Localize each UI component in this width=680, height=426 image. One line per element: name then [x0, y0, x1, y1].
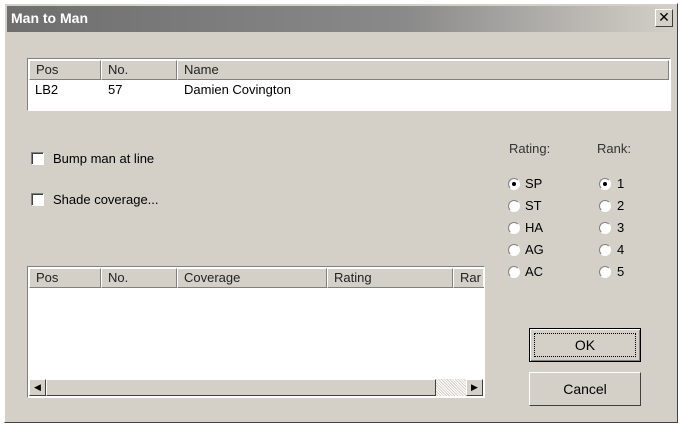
- coverage-column-no[interactable]: No.: [101, 268, 177, 288]
- coverage-column-coverage[interactable]: Coverage: [177, 268, 327, 288]
- rating-label: Rating:: [509, 141, 551, 156]
- player-column-pos[interactable]: Pos: [29, 60, 101, 80]
- shade-coverage-checkbox[interactable]: [31, 193, 44, 206]
- player-no: 57: [108, 82, 123, 97]
- rating-ha-radio[interactable]: [508, 222, 520, 234]
- rating-sp-label: SP: [525, 176, 543, 191]
- coverage-column-pos[interactable]: Pos: [29, 268, 101, 288]
- rating-st-label: ST: [525, 198, 542, 213]
- rank-3-radio[interactable]: [599, 222, 611, 234]
- rating-sp-radio[interactable]: [508, 178, 520, 190]
- dialog-title: Man to Man: [11, 10, 88, 26]
- selected-dot: [603, 182, 607, 186]
- scroll-thumb[interactable]: [46, 379, 436, 396]
- rank-1-label: 1: [617, 176, 625, 191]
- rating-st-radio[interactable]: [508, 200, 520, 212]
- rank-2-radio[interactable]: [599, 200, 611, 212]
- close-button[interactable]: ✕: [655, 9, 673, 27]
- rating-ac-radio[interactable]: [508, 266, 520, 278]
- rank-label: Rank:: [597, 141, 631, 156]
- scroll-right-icon: ▶: [471, 382, 478, 392]
- player-column-name[interactable]: Name: [177, 60, 669, 80]
- bump-man-label: Bump man at line: [53, 151, 155, 166]
- player-list-header: Pos No. Name: [29, 60, 669, 80]
- rating-ag-radio[interactable]: [508, 244, 520, 256]
- player-list[interactable]: Pos No. Name LB2 57 Damien Covington: [27, 58, 671, 111]
- close-icon: ✕: [658, 9, 670, 25]
- coverage-column-rank[interactable]: Rar: [453, 268, 484, 288]
- player-column-no[interactable]: No.: [101, 60, 177, 80]
- focus-rect: [534, 333, 636, 357]
- bump-man-checkbox[interactable]: [31, 152, 44, 165]
- coverage-column-rating[interactable]: Rating: [327, 268, 453, 288]
- player-pos: LB2: [35, 82, 59, 97]
- player-name: Damien Covington: [184, 82, 291, 97]
- cancel-button[interactable]: Cancel: [529, 372, 641, 406]
- rank-4-radio[interactable]: [599, 244, 611, 256]
- cancel-label: Cancel: [563, 381, 607, 397]
- scroll-right-button[interactable]: ▶: [466, 379, 483, 396]
- title-bar: Man to Man ✕: [7, 6, 675, 32]
- rank-4-label: 4: [617, 242, 625, 257]
- man-to-man-dialog: Man to Man ✕ Pos No. Name LB2 57 Damien …: [4, 3, 678, 423]
- scroll-left-button[interactable]: ◀: [29, 379, 46, 396]
- rank-3-label: 3: [617, 220, 625, 235]
- rank-1-radio[interactable]: [599, 178, 611, 190]
- shade-coverage-label: Shade coverage...: [53, 192, 159, 207]
- horizontal-scrollbar[interactable]: ◀ ▶: [29, 379, 483, 396]
- rating-ha-label: HA: [525, 220, 544, 235]
- coverage-list[interactable]: Pos No. Coverage Rating Rar ◀ ▶: [27, 266, 485, 398]
- rating-ac-label: AC: [525, 264, 544, 279]
- rank-5-label: 5: [617, 264, 625, 279]
- ok-button[interactable]: OK: [529, 328, 641, 362]
- scroll-track[interactable]: [436, 379, 466, 396]
- selected-dot: [512, 182, 516, 186]
- rank-5-radio[interactable]: [599, 266, 611, 278]
- scroll-left-icon: ◀: [34, 382, 41, 392]
- coverage-list-header: Pos No. Coverage Rating Rar: [29, 268, 484, 288]
- rank-2-label: 2: [617, 198, 625, 213]
- rating-ag-label: AG: [525, 242, 544, 257]
